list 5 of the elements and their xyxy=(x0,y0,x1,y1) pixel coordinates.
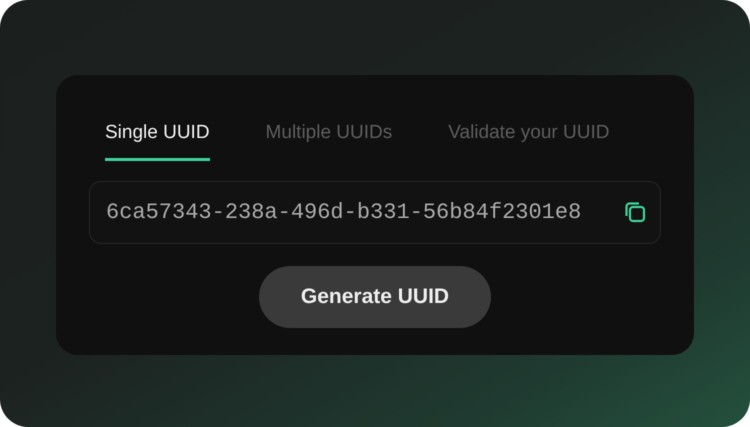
uuid-field[interactable]: 6ca57343-238a-496d-b331-56b84f2301e8 xyxy=(89,180,661,244)
tab[interactable]: Single UUID xyxy=(105,119,210,160)
uuid-value: 6ca57343-238a-496d-b331-56b84f2301e8 xyxy=(106,198,582,226)
copy-icon[interactable] xyxy=(624,201,646,223)
generate-button[interactable]: Generate UUID xyxy=(259,266,491,328)
